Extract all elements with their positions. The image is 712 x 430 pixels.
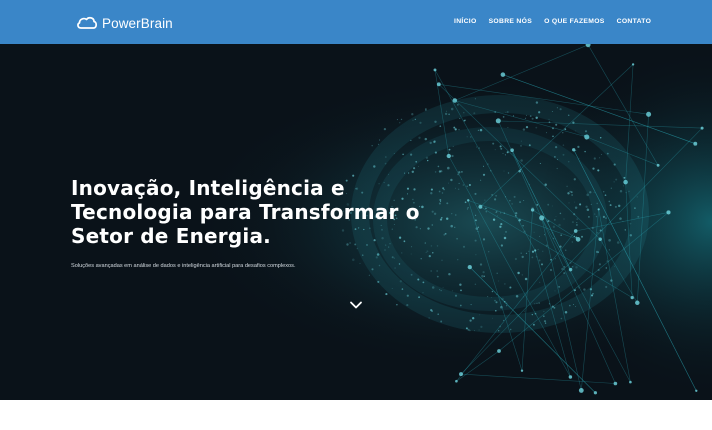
hero-subtitle: Soluções avançadas em análise de dados e… xyxy=(71,263,296,269)
top-navbar: PowerBrain INÍCIO SOBRE NÓS O QUE FAZEMO… xyxy=(0,0,712,44)
chevron-down-icon[interactable] xyxy=(349,300,363,310)
nav-item-sobre-nos[interactable]: SOBRE NÓS xyxy=(489,17,533,27)
nav-item-contato[interactable]: CONTATO xyxy=(617,17,652,27)
nav-item-inicio[interactable]: INÍCIO xyxy=(454,17,477,27)
nav-item-o-que-fazemos[interactable]: O QUE FAZEMOS xyxy=(544,17,605,27)
next-section xyxy=(0,400,712,430)
brand-logo[interactable]: PowerBrain xyxy=(76,13,173,33)
main-nav: INÍCIO SOBRE NÓS O QUE FAZEMOS CONTATO xyxy=(454,17,651,27)
hero-section: Inovação, Inteligência e Tecnologia para… xyxy=(0,44,712,400)
brand-name: PowerBrain xyxy=(102,15,173,31)
hero-title: Inovação, Inteligência e Tecnologia para… xyxy=(71,176,420,248)
cloud-logo-icon xyxy=(77,16,98,29)
